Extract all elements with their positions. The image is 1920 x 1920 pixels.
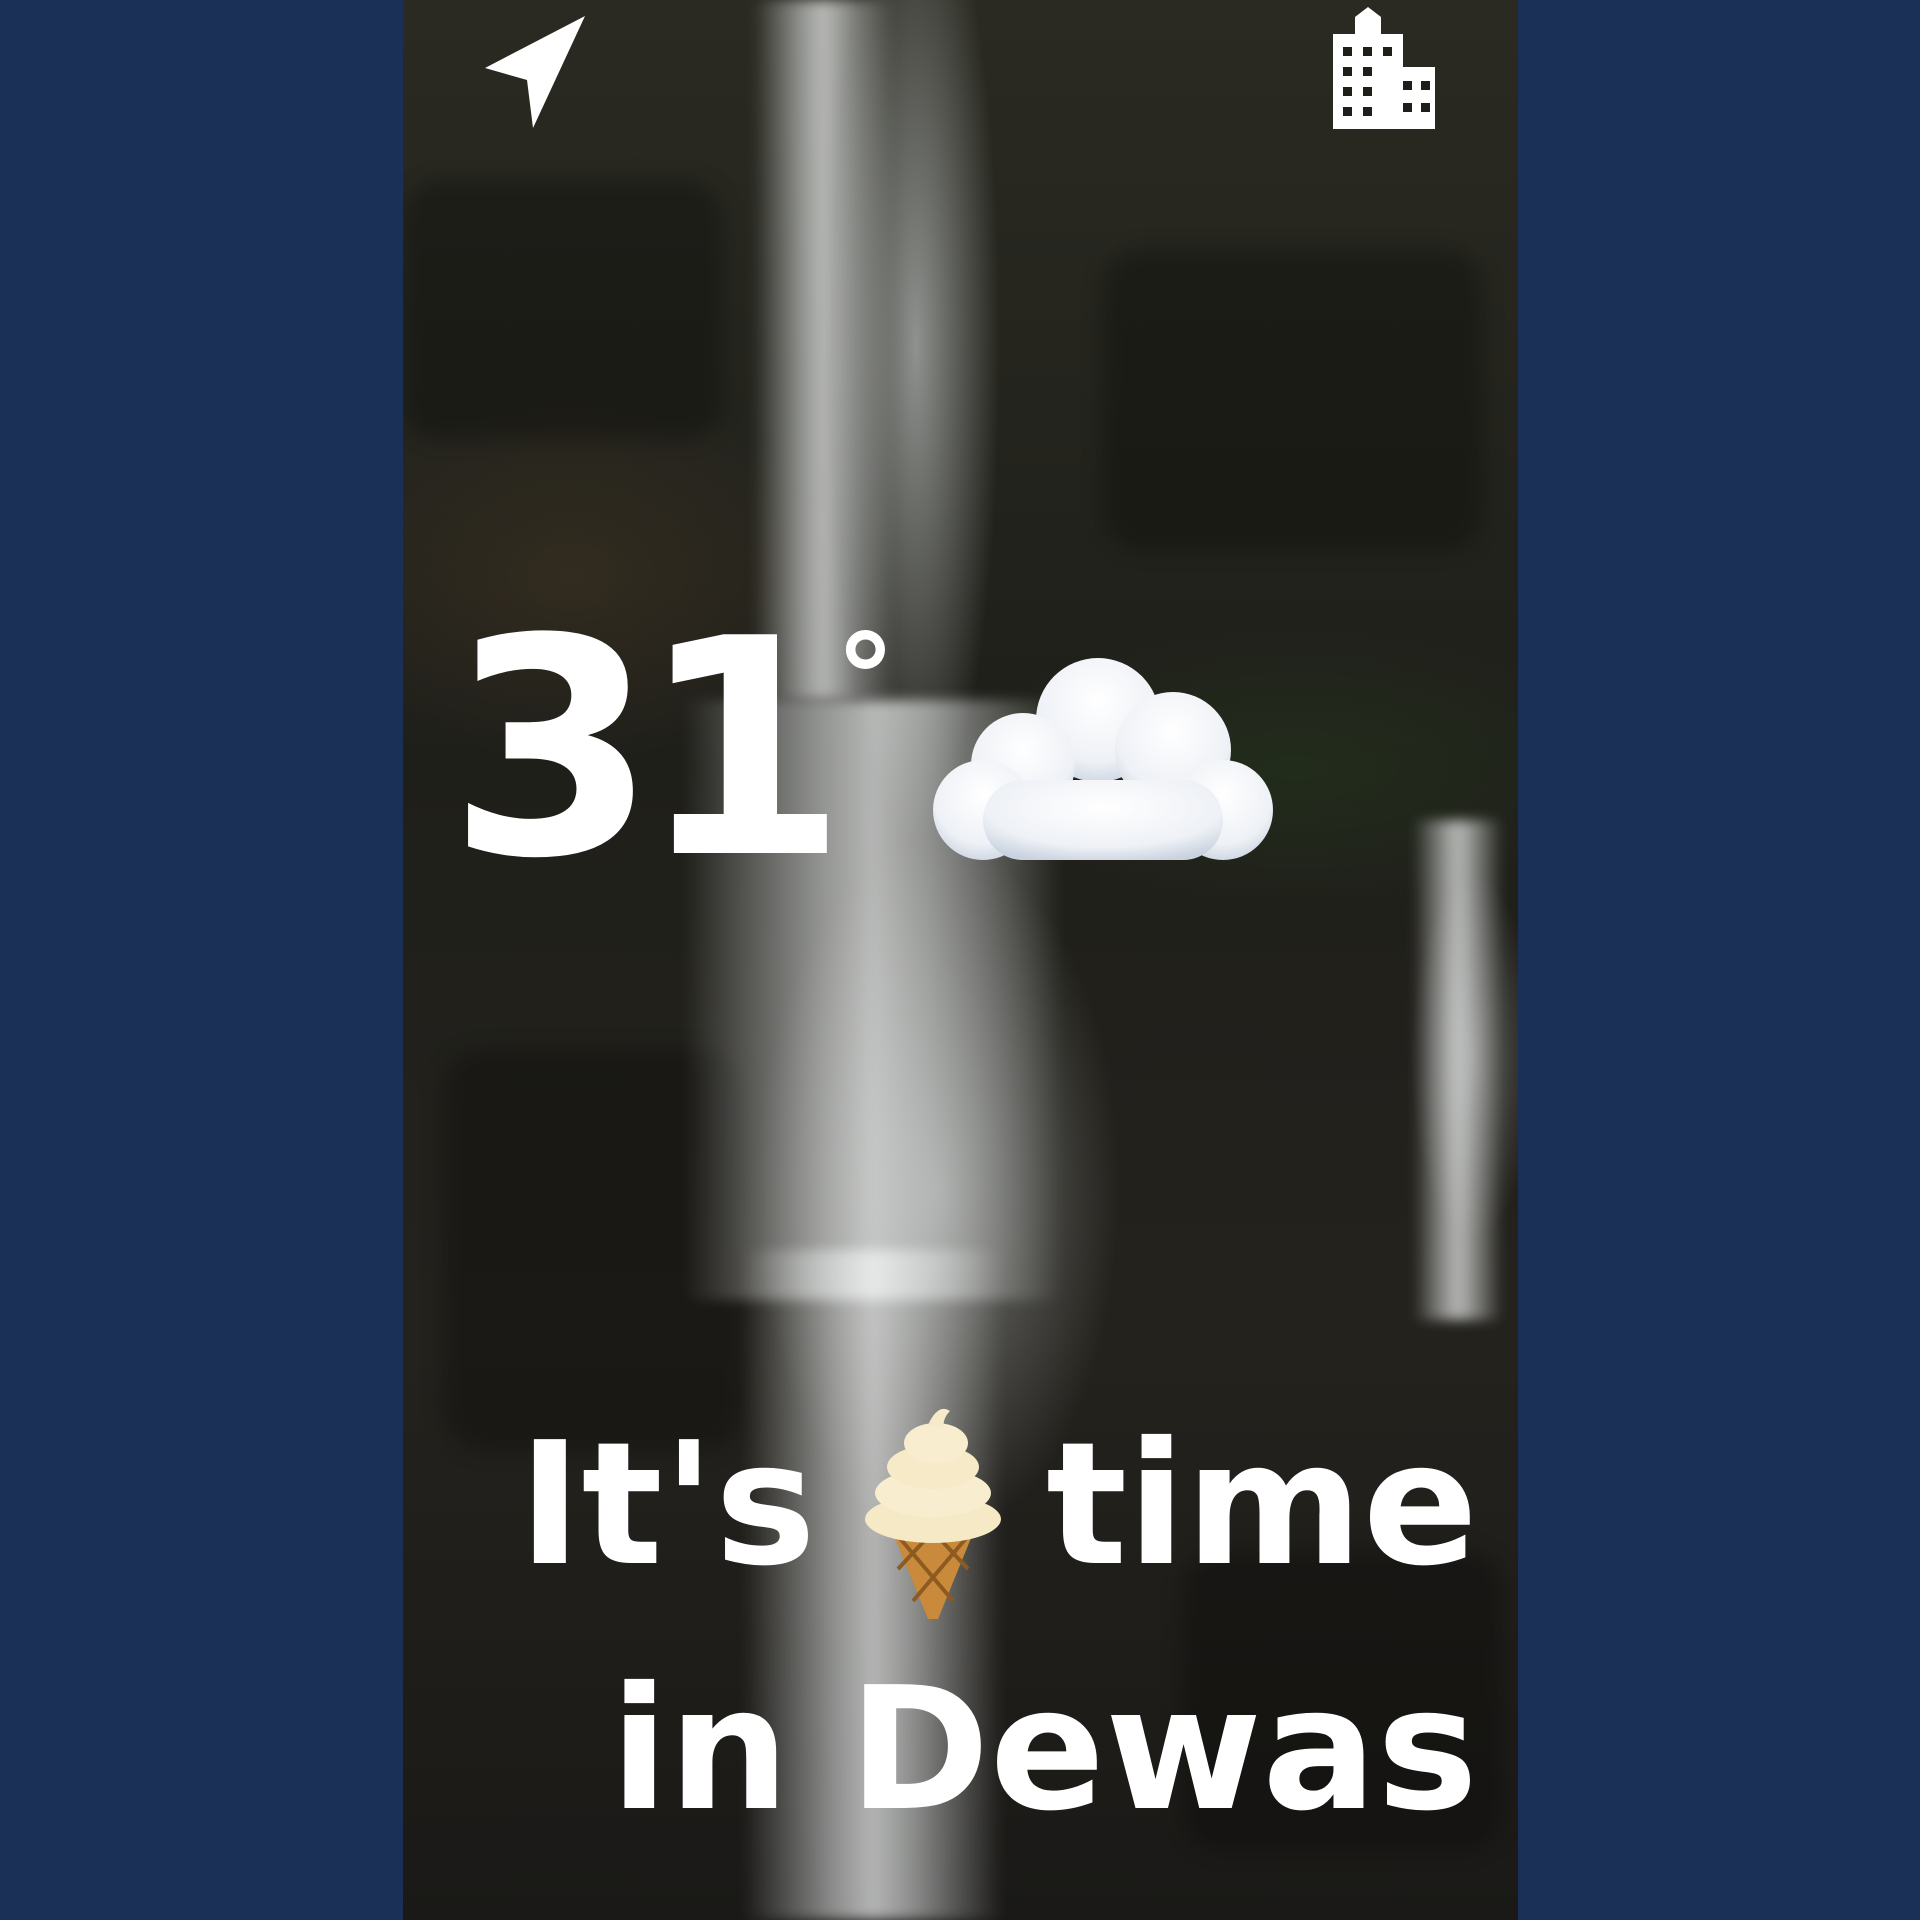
temperature-display: 31 ° (448, 600, 895, 900)
degree-symbol: ° (835, 610, 896, 749)
message-part-1: It's (518, 1406, 817, 1604)
background-rock (1103, 250, 1483, 550)
ice-cream-icon (858, 1401, 1008, 1621)
message-line-1: It's time (518, 1395, 1478, 1619)
background-rock (403, 180, 723, 440)
page-background: 31 ° It's time in Dewas (0, 0, 1920, 1920)
navigation-arrow-icon[interactable] (475, 10, 595, 130)
message-line-2: in Dewas (610, 1651, 1478, 1849)
cloud-icon (923, 640, 1283, 880)
building-icon[interactable] (1323, 4, 1443, 129)
temperature-value: 31 (448, 575, 848, 924)
message-part-2: time (1046, 1406, 1478, 1604)
weather-card: 31 ° It's time in Dewas (403, 0, 1518, 1920)
waterfall-stream (1413, 820, 1503, 1320)
